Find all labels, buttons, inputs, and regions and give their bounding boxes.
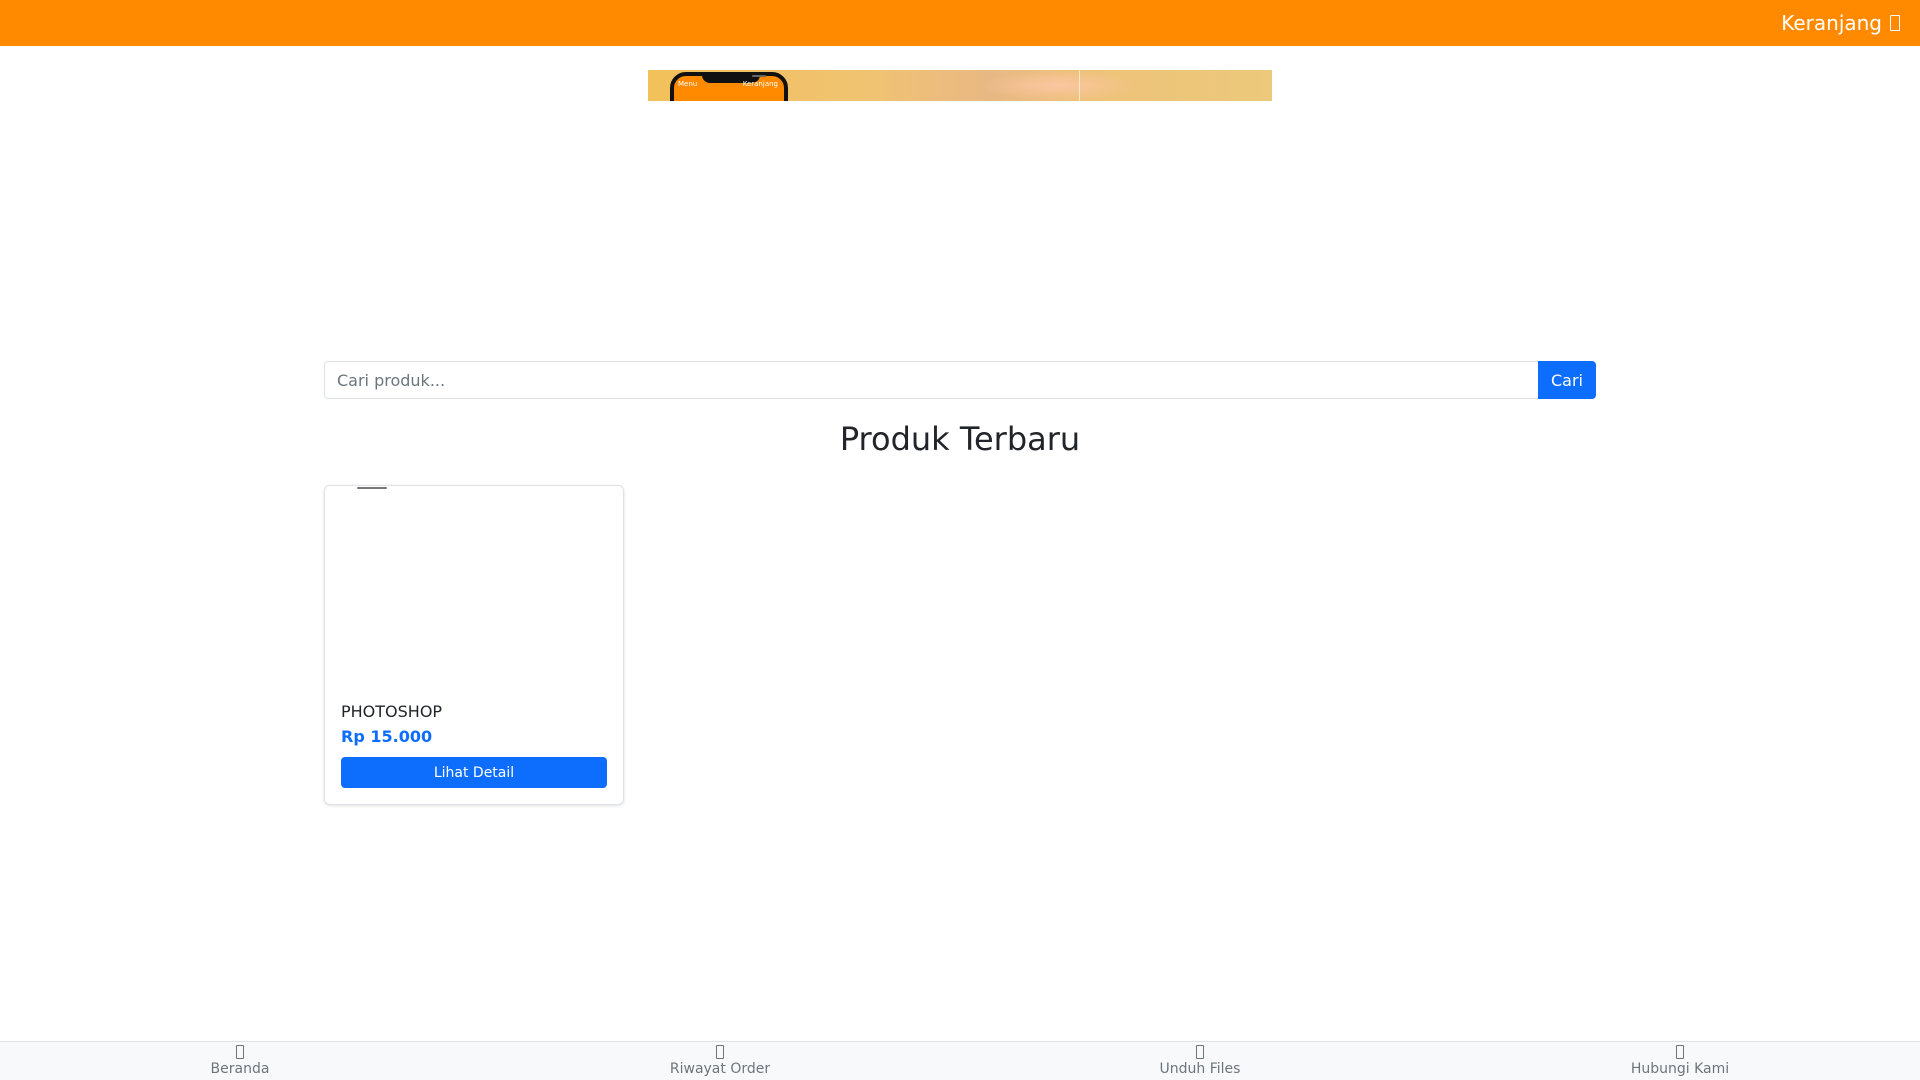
product-price: Rp 15.000 [341, 727, 433, 746]
history-icon [716, 1045, 724, 1059]
nav-label: Hubungi Kami [1630, 1061, 1730, 1077]
banner-glow [978, 70, 1138, 101]
shopping-cart-icon [1890, 15, 1900, 31]
product-image[interactable] [325, 486, 623, 686]
nav-label: Unduh Files [1159, 1061, 1241, 1077]
nav-label: Riwayat Order [669, 1061, 771, 1077]
phone-speaker [752, 75, 766, 77]
promo-banner[interactable]: Menu Keranjang [648, 70, 1272, 101]
nav-item-riwayat-order[interactable]: Riwayat Order [480, 1042, 960, 1080]
section-title: Produk Terbaru [839, 420, 1081, 458]
search-input[interactable] [324, 361, 1538, 399]
contact-icon [1676, 1045, 1684, 1059]
nav-item-hubungi-kami[interactable]: Hubungi Kami [1440, 1042, 1920, 1080]
product-card: PHOTOSHOP Rp 15.000 Lihat Detail [324, 485, 624, 805]
download-icon [1196, 1045, 1204, 1059]
product-name: PHOTOSHOP [341, 702, 443, 721]
product-image-mark [357, 487, 387, 489]
nav-item-unduh-files[interactable]: Unduh Files [960, 1042, 1440, 1080]
view-detail-button[interactable]: Lihat Detail [341, 757, 607, 788]
cart-link[interactable]: Keranjang [1781, 0, 1900, 46]
phone-menu-text: Menu [678, 80, 698, 88]
phone-cart-text: Keranjang [742, 80, 778, 88]
nav-item-beranda[interactable]: Beranda [0, 1042, 480, 1080]
home-icon [236, 1045, 244, 1059]
bottom-nav: Beranda Riwayat Order Unduh Files Hubung… [0, 1041, 1920, 1080]
nav-label: Beranda [210, 1061, 270, 1077]
banner-divider [1079, 70, 1080, 101]
search-button[interactable]: Cari [1538, 361, 1596, 399]
search-bar: Cari [324, 361, 1596, 399]
phone-mockup-image: Menu Keranjang [670, 72, 788, 101]
top-navbar: Keranjang [0, 0, 1920, 46]
cart-label: Keranjang [1781, 11, 1882, 35]
